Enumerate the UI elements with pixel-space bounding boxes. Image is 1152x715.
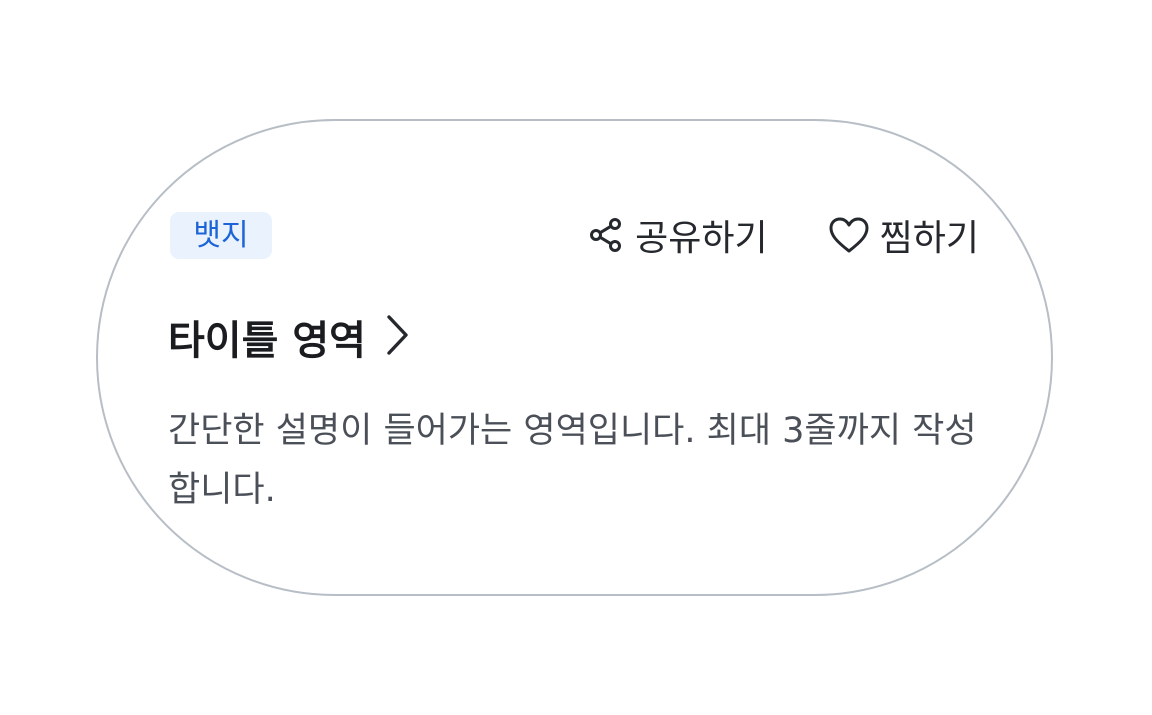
card-description: 간단한 설명이 들어가는 영역입니다. 최대 3줄까지 작성합니다. xyxy=(168,411,977,510)
title-link[interactable]: 타이틀 영역 xyxy=(168,309,410,365)
card-actions: 공유하기 찜하기 xyxy=(587,209,979,261)
chevron-right-icon xyxy=(384,314,410,360)
card-title: 타이틀 영역 xyxy=(168,318,366,364)
favorite-label: 찜하기 xyxy=(879,218,979,259)
heart-icon xyxy=(828,216,870,254)
card-badge: 뱃지 xyxy=(170,212,272,259)
share-button[interactable]: 공유하기 xyxy=(587,209,768,261)
content-card: 뱃지 공유하기 찜하기 타이틀 영역 간단한 설명이 들어가는 영역입니다. 최… xyxy=(96,119,1053,596)
favorite-button[interactable]: 찜하기 xyxy=(828,209,979,261)
share-icon xyxy=(587,216,625,254)
share-label: 공유하기 xyxy=(635,218,768,259)
